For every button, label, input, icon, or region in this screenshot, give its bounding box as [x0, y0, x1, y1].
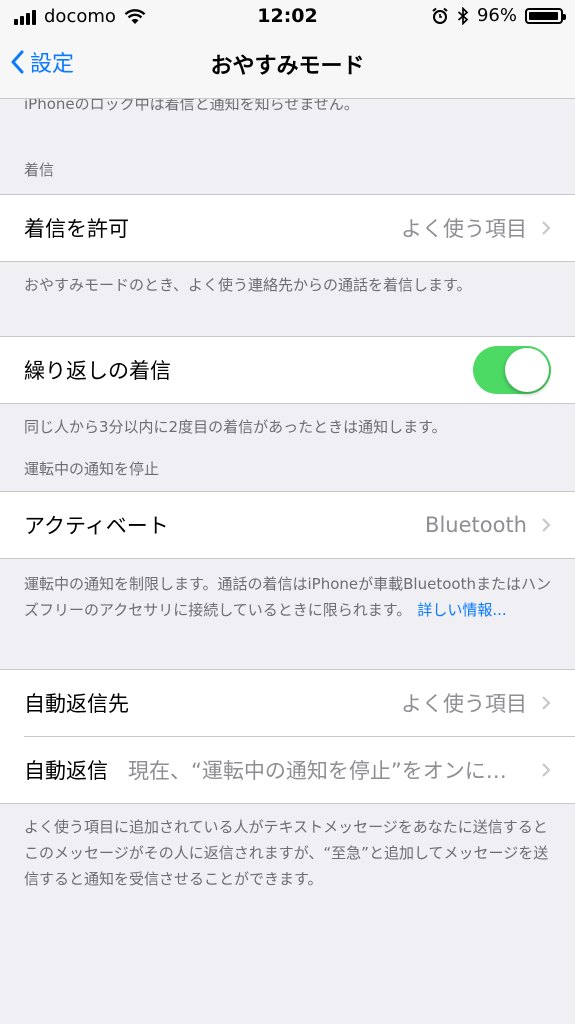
auto-reply-label: 自動返信 — [24, 759, 108, 783]
auto-reply-value: 現在、“運転中の通知を停止”をオンにしているため、後ほど確認します。 — [128, 759, 527, 783]
chevron-right-icon — [542, 518, 551, 532]
activate-group: アクティベート Bluetooth — [0, 491, 575, 559]
allow-calls-label: 着信を許可 — [24, 217, 129, 241]
section-header-calls: 着信 — [24, 161, 55, 179]
activate-value: Bluetooth — [425, 513, 527, 537]
repeated-calls-footer: 同じ人から3分以内に2度目の着信があったときは通知します。 — [24, 418, 447, 436]
auto-reply-to-value: よく使う項目 — [401, 692, 527, 716]
allow-calls-footer: おやすみモードのとき、よく使う連絡先からの通話を着信します。 — [24, 276, 472, 294]
repeated-calls-cell: 繰り返しの着信 — [0, 337, 575, 403]
toggle-knob — [505, 348, 549, 392]
top-cut-footer: iPhoneのロック中は着信と通知を知らせません。 — [24, 99, 359, 113]
allow-calls-value: よく使う項目 — [401, 217, 527, 241]
battery-percent: 96% — [476, 5, 517, 26]
more-info-link[interactable]: 詳しい情報... — [417, 601, 506, 619]
settings-content: iPhoneのロック中は着信と通知を知らせません。 着信 着信を許可 よく使う項… — [0, 99, 575, 892]
status-right: 96% — [431, 5, 566, 26]
auto-reply-cell[interactable]: 自動返信 現在、“運転中の通知を停止”をオンにしているため、後ほど確認します。 — [0, 737, 575, 803]
allow-calls-cell[interactable]: 着信を許可 よく使う項目 — [0, 195, 575, 261]
section-header-driving: 運転中の通知を停止 — [24, 460, 160, 478]
auto-reply-to-cell[interactable]: 自動返信先 よく使う項目 — [0, 670, 575, 736]
repeated-calls-toggle[interactable] — [473, 346, 551, 394]
bluetooth-icon — [457, 6, 469, 25]
allow-calls-group: 着信を許可 よく使う項目 — [0, 194, 575, 262]
repeated-calls-label: 繰り返しの着信 — [24, 359, 171, 383]
status-bar: docomo 12:02 96% — [0, 0, 575, 34]
battery-icon — [525, 7, 566, 24]
page-title: おやすみモード — [210, 54, 365, 79]
chevron-right-icon — [542, 696, 551, 710]
chevron-right-icon — [542, 763, 551, 777]
repeated-calls-group: 繰り返しの着信 — [0, 336, 575, 404]
auto-reply-footer: よく使う項目に追加されている人がテキストメッセージをあなたに送信するとこのメッセ… — [24, 818, 549, 888]
auto-reply-group: 自動返信先 よく使う項目 自動返信 現在、“運転中の通知を停止”をオンにしている… — [0, 669, 575, 804]
navigation-bar: 設定 おやすみモード — [0, 34, 575, 99]
activate-label: アクティベート — [24, 514, 169, 538]
activate-cell[interactable]: アクティベート Bluetooth — [0, 492, 575, 558]
alarm-icon — [432, 7, 448, 24]
auto-reply-to-label: 自動返信先 — [24, 692, 129, 716]
driving-footer: 運転中の通知を制限します。通話の着信はiPhoneが車載Bluetoothまたは… — [0, 571, 575, 623]
chevron-right-icon — [542, 221, 551, 235]
